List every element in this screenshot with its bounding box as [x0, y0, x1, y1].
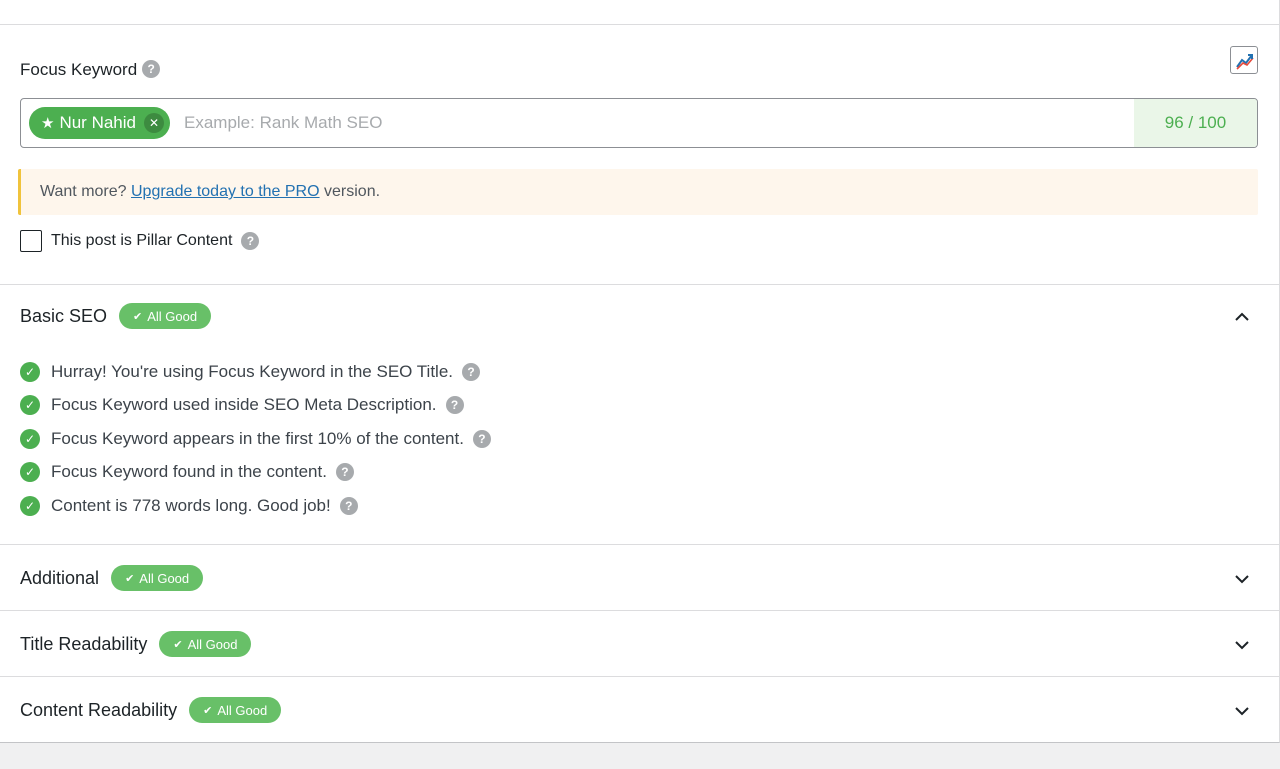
help-icon[interactable]: ? [472, 429, 491, 448]
section-header-content-readability[interactable]: Content Readability ✔ All Good [20, 697, 282, 723]
rank-math-seo-panel: Focus Keyword? ★ Nur Nahid ✕ 96 / 100 Wa… [0, 0, 1280, 743]
help-icon[interactable]: ? [339, 496, 358, 515]
list-item: ✓ Focus Keyword found in the content. ? [20, 456, 491, 490]
top-strip [0, 0, 1279, 25]
star-icon: ★ [41, 115, 55, 132]
check-icon: ✔ [173, 638, 183, 651]
help-icon[interactable]: ? [462, 362, 480, 381]
keyword-tag-label: Nur Nahid [59, 113, 136, 132]
pillar-content-label[interactable]: This post is Pillar Content [51, 232, 232, 250]
check-text: Focus Keyword used inside SEO Meta Descr… [51, 395, 437, 415]
status-badge: ✔ All Good [119, 303, 212, 329]
help-icon[interactable]: ? [142, 60, 161, 79]
section-additional: Additional ✔ All Good [0, 544, 1280, 610]
focus-keyword-label-text: Focus Keyword [20, 60, 138, 79]
section-title: Title Readability [20, 633, 148, 654]
trend-chart-icon [1236, 54, 1254, 70]
check-icon: ✔ [203, 704, 213, 717]
list-item: ✓ Content is 778 words long. Good job! ? [20, 489, 491, 523]
check-circle-icon: ✓ [20, 361, 40, 382]
focus-keyword-field[interactable]: ★ Nur Nahid ✕ 96 / 100 [20, 98, 1258, 148]
help-icon[interactable]: ? [445, 396, 464, 415]
section-title: Additional [20, 567, 100, 588]
check-circle-icon: ✓ [20, 395, 40, 416]
keyword-tag[interactable]: ★ Nur Nahid ✕ [29, 107, 170, 139]
check-text: Focus Keyword found in the content. [51, 462, 327, 482]
badge-label: All Good [139, 570, 190, 586]
basic-seo-check-list: ✓ Hurray! You're using Focus Keyword in … [20, 355, 491, 523]
check-text: Hurray! You're using Focus Keyword in th… [51, 361, 453, 381]
list-item: ✓ Focus Keyword appears in the first 10%… [20, 422, 491, 456]
pillar-content-option: This post is Pillar Content ? [20, 230, 260, 252]
chevron-up-icon[interactable] [1230, 305, 1254, 329]
check-circle-icon: ✓ [20, 495, 40, 516]
chevron-down-icon[interactable] [1230, 633, 1254, 657]
section-header-basic-seo[interactable]: Basic SEO ✔ All Good [20, 303, 212, 329]
list-item: ✓ Hurray! You're using Focus Keyword in … [20, 355, 491, 389]
chevron-down-icon[interactable] [1230, 699, 1254, 723]
seo-score: 96 / 100 [1134, 99, 1257, 147]
status-badge: ✔ All Good [111, 565, 204, 591]
badge-label: All Good [187, 636, 238, 652]
trend-chart-button[interactable] [1230, 46, 1258, 74]
section-title-readability: Title Readability ✔ All Good [0, 610, 1280, 676]
badge-label: All Good [217, 702, 268, 718]
remove-keyword-icon[interactable]: ✕ [144, 113, 164, 133]
check-icon: ✔ [133, 310, 143, 323]
section-header-title-readability[interactable]: Title Readability ✔ All Good [20, 631, 252, 657]
section-title: Basic SEO [20, 305, 108, 326]
focus-keyword-input[interactable] [184, 99, 1134, 147]
chevron-down-icon[interactable] [1230, 567, 1254, 591]
check-text: Content is 778 words long. Good job! [51, 495, 331, 515]
notice-prefix: Want more? [40, 183, 127, 200]
help-icon[interactable]: ? [241, 232, 260, 250]
upgrade-notice: Want more? Upgrade today to the PRO vers… [18, 169, 1258, 215]
section-title: Content Readability [20, 699, 178, 720]
status-badge: ✔ All Good [159, 631, 252, 657]
list-item: ✓ Focus Keyword used inside SEO Meta Des… [20, 389, 491, 423]
notice-suffix: version. [324, 183, 381, 200]
pillar-content-checkbox[interactable] [20, 230, 42, 252]
status-badge: ✔ All Good [189, 697, 282, 723]
check-circle-icon: ✓ [20, 428, 40, 449]
check-circle-icon: ✓ [20, 462, 40, 483]
section-content-readability: Content Readability ✔ All Good [0, 676, 1280, 742]
badge-label: All Good [147, 308, 198, 324]
help-icon[interactable]: ? [335, 463, 354, 482]
section-header-additional[interactable]: Additional ✔ All Good [20, 565, 204, 591]
focus-keyword-label: Focus Keyword? [20, 60, 161, 80]
check-text: Focus Keyword appears in the first 10% o… [51, 428, 464, 448]
check-icon: ✔ [125, 572, 135, 585]
upgrade-link[interactable]: Upgrade today to the PRO [131, 183, 320, 200]
